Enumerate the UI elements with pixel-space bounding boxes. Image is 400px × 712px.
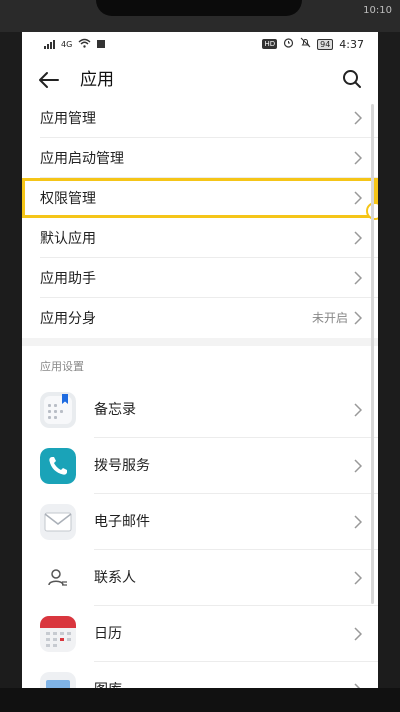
menu-item-label: 应用助手 [40, 271, 96, 287]
menu-item-label: 应用分身 [40, 311, 96, 327]
app-item-label: 联系人 [94, 570, 136, 586]
top-bezel: 10:10 [0, 0, 400, 32]
battery-indicator: 94 [317, 38, 334, 50]
chevron-right-icon [354, 627, 362, 641]
chevron-right-icon [354, 111, 362, 125]
back-arrow-icon [39, 72, 59, 88]
outer-status-time: 10:10 [363, 4, 392, 16]
header: 应用 [22, 60, 378, 100]
phone-frame: 10:10 4G HD 94 4:37 应用 应用管理 应用启动管理 权限管理 … [0, 0, 400, 712]
contacts-icon [40, 560, 76, 596]
app-item-calendar[interactable]: 日历 [22, 606, 378, 662]
mute-bell-icon [300, 37, 311, 51]
left-bezel [0, 32, 22, 712]
search-button[interactable] [340, 67, 364, 91]
status-bar: 4G HD 94 4:37 [22, 32, 378, 56]
status-left: 4G [44, 38, 106, 51]
menu-item-startup-management[interactable]: 应用启动管理 [22, 138, 378, 178]
chevron-right-icon [354, 271, 362, 285]
highlight-frame [22, 178, 378, 218]
phone-icon [40, 448, 76, 484]
gallery-icon [40, 672, 76, 688]
hd-badge: HD [262, 39, 278, 49]
menu-item-label: 应用启动管理 [40, 151, 124, 167]
app-item-email[interactable]: 电子邮件 [22, 494, 378, 550]
menu-item-default-apps[interactable]: 默认应用 [22, 218, 378, 258]
app-item-label: 备忘录 [94, 402, 136, 418]
right-bezel [378, 32, 400, 712]
chevron-right-icon [354, 403, 362, 417]
chevron-right-icon [354, 515, 362, 529]
app-item-dialer[interactable]: 拨号服务 [22, 438, 378, 494]
app-item-label: 日历 [94, 626, 122, 642]
menu-item-label: 默认应用 [40, 231, 96, 247]
alarm-icon [283, 37, 294, 51]
menu-item-label: 应用管理 [40, 111, 96, 127]
app-item-gallery[interactable]: 图库 [22, 662, 378, 688]
app-item-contacts[interactable]: 联系人 [22, 550, 378, 606]
section-label-app-settings: 应用设置 [40, 360, 84, 373]
wifi-icon [78, 38, 91, 51]
chevron-right-icon [354, 151, 362, 165]
app-item-label: 拨号服务 [94, 458, 150, 474]
status-time: 4:37 [339, 37, 364, 51]
menu-item-app-assistant[interactable]: 应用助手 [22, 258, 378, 298]
chevron-right-icon [354, 683, 361, 688]
page-title: 应用 [80, 70, 114, 90]
status-right: HD 94 4:37 [262, 37, 364, 51]
app-twin-status: 未开启 [311, 311, 348, 325]
chevron-right-icon [354, 311, 362, 325]
menu-item-app-twin[interactable]: 应用分身 未开启 [22, 298, 378, 338]
search-icon [343, 70, 361, 88]
bottom-bezel [0, 688, 400, 712]
chevron-right-icon [354, 459, 362, 473]
mail-icon [40, 504, 76, 540]
screen: 4G HD 94 4:37 应用 应用管理 应用启动管理 权限管理 默认应用 应… [22, 32, 378, 688]
app-item-label: 电子邮件 [94, 514, 150, 530]
network-type-label: 4G [61, 39, 73, 49]
section-divider [22, 338, 378, 346]
signal-icon [44, 39, 55, 49]
menu-item-app-management[interactable]: 应用管理 [22, 98, 378, 138]
back-button[interactable] [36, 68, 62, 92]
notification-square-icon [97, 40, 106, 48]
scrollbar[interactable] [371, 104, 374, 604]
notes-icon [40, 392, 76, 428]
app-item-notes[interactable]: 备忘录 [22, 382, 378, 438]
camera-notch [96, 0, 302, 16]
app-item-label: 图库 [94, 679, 122, 688]
calendar-icon [40, 616, 76, 652]
chevron-right-icon [354, 571, 362, 585]
chevron-right-icon [354, 231, 362, 245]
